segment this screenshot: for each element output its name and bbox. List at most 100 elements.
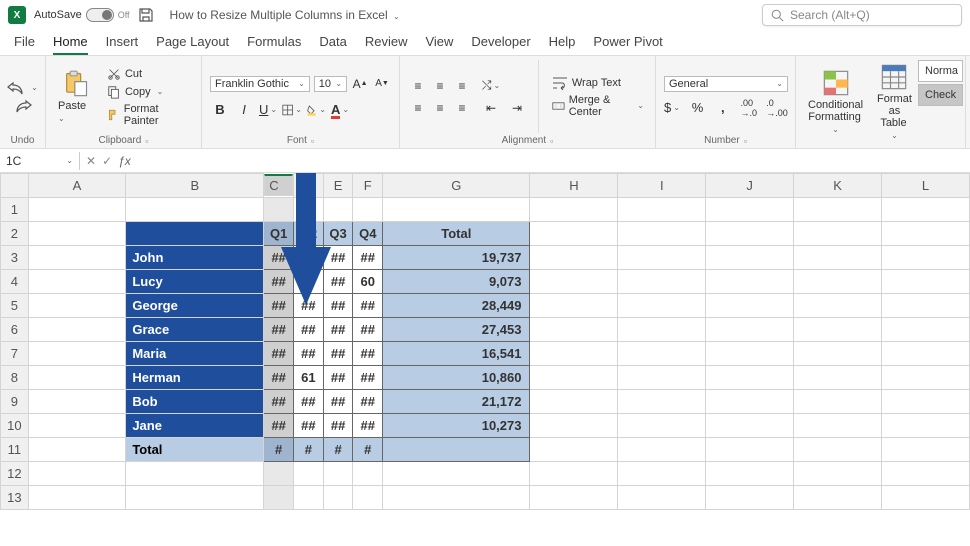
cell-F4[interactable]: 60 <box>353 270 383 294</box>
cell-H13[interactable] <box>530 486 618 510</box>
cell-D13[interactable] <box>294 486 324 510</box>
cell-J11[interactable] <box>706 438 794 462</box>
tab-view[interactable]: View <box>425 34 453 55</box>
row-header-1[interactable]: 1 <box>1 198 29 222</box>
cell-H9[interactable] <box>530 390 618 414</box>
cell-K8[interactable] <box>794 366 882 390</box>
number-dialog-launcher[interactable]: ▫ <box>744 136 747 146</box>
decrease-indent[interactable]: ⇤ <box>480 98 502 118</box>
cell-D1[interactable] <box>294 198 324 222</box>
row-header-9[interactable]: 9 <box>1 390 29 414</box>
cell-E3[interactable]: ## <box>323 246 353 270</box>
cell-J7[interactable] <box>706 342 794 366</box>
cell-A8[interactable] <box>28 366 126 390</box>
cell-K4[interactable] <box>794 270 882 294</box>
align-bottom-left[interactable]: ≡ <box>408 98 428 118</box>
col-header-I[interactable]: I <box>618 174 706 198</box>
row-header-7[interactable]: 7 <box>1 342 29 366</box>
cell-A1[interactable] <box>28 198 126 222</box>
cell-J9[interactable] <box>706 390 794 414</box>
underline-button[interactable]: U⌄ <box>258 100 278 120</box>
row-header-5[interactable]: 5 <box>1 294 29 318</box>
cell-G11[interactable] <box>383 438 530 462</box>
cell-H1[interactable] <box>530 198 618 222</box>
cell-J10[interactable] <box>706 414 794 438</box>
cell-F8[interactable]: ## <box>353 366 383 390</box>
search-box[interactable]: Search (Alt+Q) <box>762 4 962 26</box>
format-as-table-button[interactable]: Format asTable ⌄ <box>873 60 916 144</box>
cell-I1[interactable] <box>618 198 706 222</box>
col-header-F[interactable]: F <box>353 174 383 198</box>
cell-L1[interactable] <box>882 198 970 222</box>
decrease-font-icon[interactable]: A▼ <box>373 74 391 94</box>
cell-E11[interactable]: # <box>323 438 353 462</box>
cell-F11[interactable]: # <box>353 438 383 462</box>
cell-L12[interactable] <box>882 462 970 486</box>
cell-I6[interactable] <box>618 318 706 342</box>
border-button[interactable]: ⌄ <box>282 100 302 120</box>
cell-K12[interactable] <box>794 462 882 486</box>
percent-format[interactable]: % <box>690 98 705 118</box>
cell-style-normal[interactable]: Norma <box>918 60 963 82</box>
font-name-select[interactable]: Franklin Gothic⌄ <box>210 76 310 92</box>
cell-J4[interactable] <box>706 270 794 294</box>
name-box[interactable]: 1C⌄ <box>0 152 80 170</box>
tab-review[interactable]: Review <box>365 34 408 55</box>
cell-D7[interactable]: ## <box>294 342 324 366</box>
format-painter-button[interactable]: Format Painter <box>104 102 193 128</box>
cell-C5[interactable]: ## <box>264 294 294 318</box>
cell-K11[interactable] <box>794 438 882 462</box>
redo-button[interactable] <box>11 98 35 114</box>
cell-F7[interactable]: ## <box>353 342 383 366</box>
comma-format[interactable]: , <box>715 98 730 118</box>
cell-D3[interactable]: ## <box>294 246 324 270</box>
cell-A6[interactable] <box>28 318 126 342</box>
row-header-11[interactable]: 11 <box>1 438 29 462</box>
cell-L11[interactable] <box>882 438 970 462</box>
cell-G9[interactable]: 21,172 <box>383 390 530 414</box>
cell-F1[interactable] <box>353 198 383 222</box>
cell-G5[interactable]: 28,449 <box>383 294 530 318</box>
cell-H4[interactable] <box>530 270 618 294</box>
cell-I13[interactable] <box>618 486 706 510</box>
tab-data[interactable]: Data <box>319 34 346 55</box>
cell-E4[interactable]: ## <box>323 270 353 294</box>
wrap-text-button[interactable]: Wrap Text <box>549 75 647 91</box>
cell-F6[interactable]: ## <box>353 318 383 342</box>
cell-D6[interactable]: ## <box>294 318 324 342</box>
clipboard-dialog-launcher[interactable]: ▫ <box>145 136 148 146</box>
cell-I7[interactable] <box>618 342 706 366</box>
cell-K6[interactable] <box>794 318 882 342</box>
select-all-corner[interactable] <box>1 174 29 198</box>
cell-B4[interactable]: Lucy <box>126 270 264 294</box>
cell-H11[interactable] <box>530 438 618 462</box>
font-color-button[interactable]: A⌄ <box>330 100 350 120</box>
cell-F13[interactable] <box>353 486 383 510</box>
cell-A13[interactable] <box>28 486 126 510</box>
font-size-select[interactable]: 10⌄ <box>314 76 347 92</box>
accounting-format[interactable]: $⌄ <box>664 98 680 118</box>
italic-button[interactable]: I <box>234 100 254 120</box>
cell-E5[interactable]: ## <box>323 294 353 318</box>
cell-L5[interactable] <box>882 294 970 318</box>
col-header-A[interactable]: A <box>28 174 126 198</box>
row-header-2[interactable]: 2 <box>1 222 29 246</box>
cell-L9[interactable] <box>882 390 970 414</box>
font-dialog-launcher[interactable]: ▫ <box>311 136 314 146</box>
cell-I5[interactable] <box>618 294 706 318</box>
copy-button[interactable]: Copy ⌄ <box>104 84 193 100</box>
cell-G3[interactable]: 19,737 <box>383 246 530 270</box>
cell-G4[interactable]: 9,073 <box>383 270 530 294</box>
col-header-D[interactable]: D <box>294 174 324 198</box>
cell-B2[interactable] <box>126 222 264 246</box>
col-header-B[interactable]: B <box>126 174 264 198</box>
cell-J2[interactable] <box>706 222 794 246</box>
cell-G2[interactable]: Total <box>383 222 530 246</box>
increase-decimal[interactable]: .00→.0 <box>740 98 757 118</box>
cell-G8[interactable]: 10,860 <box>383 366 530 390</box>
cell-L13[interactable] <box>882 486 970 510</box>
cell-L6[interactable] <box>882 318 970 342</box>
cell-C8[interactable]: ## <box>264 366 294 390</box>
cut-button[interactable]: Cut <box>104 66 193 82</box>
row-header-8[interactable]: 8 <box>1 366 29 390</box>
